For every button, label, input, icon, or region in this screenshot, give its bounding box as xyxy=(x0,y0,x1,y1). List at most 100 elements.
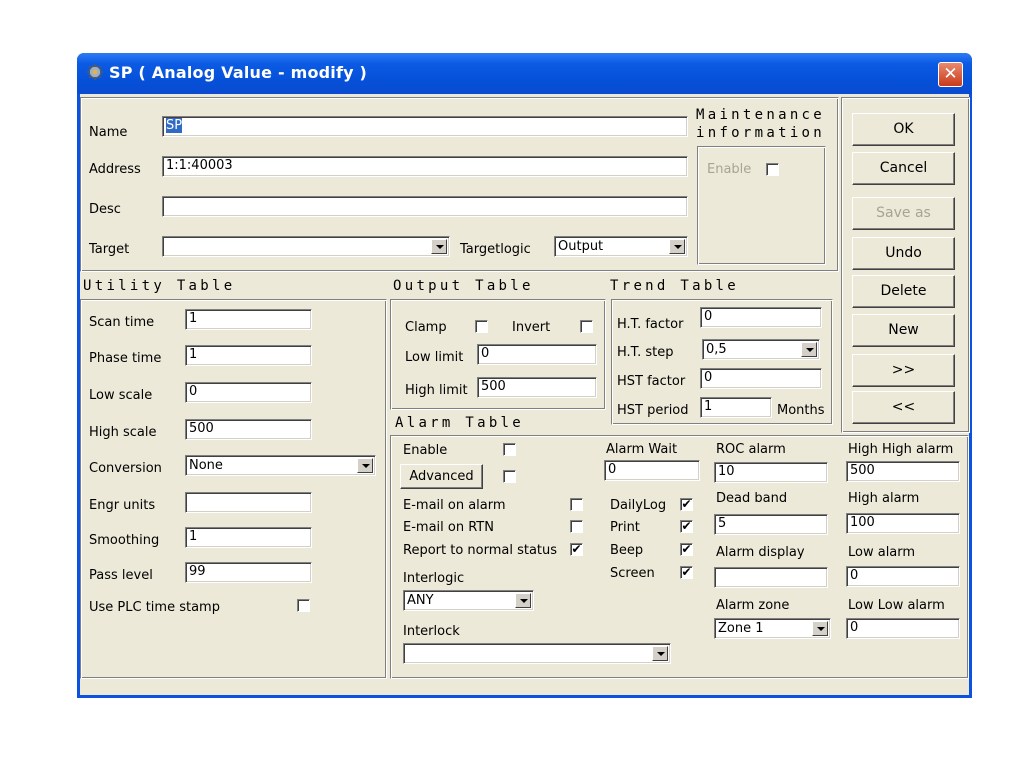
alarm-display-label: Alarm display xyxy=(716,545,805,560)
chevron-down-icon[interactable] xyxy=(357,458,373,473)
phase-time-input[interactable]: 1 xyxy=(185,345,312,366)
email-on-rtn-label: E-mail on RTN xyxy=(403,520,494,535)
chevron-down-icon[interactable] xyxy=(431,239,447,254)
email-on-alarm-label: E-mail on alarm xyxy=(403,498,506,513)
alarm-enable-label: Enable xyxy=(403,443,448,458)
beep-label: Beep xyxy=(610,543,644,558)
smoothing-input[interactable]: 1 xyxy=(185,527,312,548)
high-limit-input[interactable]: 500 xyxy=(477,377,597,398)
email-on-alarm-checkbox[interactable] xyxy=(570,498,583,511)
name-input[interactable]: SP xyxy=(162,116,688,137)
dailylog-checkbox[interactable]: ✔ xyxy=(680,498,693,511)
report-to-normal-checkbox[interactable]: ✔ xyxy=(570,543,583,556)
advanced-button[interactable]: Advanced xyxy=(400,464,483,489)
conversion-label: Conversion xyxy=(89,461,162,476)
engr-units-input[interactable] xyxy=(185,492,312,513)
delete-button[interactable]: Delete xyxy=(852,275,955,308)
ht-factor-input[interactable]: 0 xyxy=(700,307,822,328)
clamp-checkbox[interactable] xyxy=(475,320,488,333)
ht-step-value: 0,5 xyxy=(706,342,727,357)
gear-icon xyxy=(87,64,103,80)
pass-level-label: Pass level xyxy=(89,568,153,583)
low-scale-input[interactable]: 0 xyxy=(185,382,312,403)
maintenance-title-line2: information xyxy=(696,125,826,141)
hst-period-input[interactable]: 1 xyxy=(700,397,772,418)
ok-button[interactable]: OK xyxy=(852,113,955,146)
use-plc-time-stamp-label: Use PLC time stamp xyxy=(89,600,220,615)
targetlogic-select[interactable]: Output xyxy=(554,236,688,257)
interlock-select[interactable] xyxy=(403,643,671,664)
high-limit-label: High limit xyxy=(405,383,468,398)
window-title: SP ( Analog Value - modify ) xyxy=(109,63,368,82)
chevron-down-icon[interactable] xyxy=(515,593,531,608)
prev-record-button[interactable]: << xyxy=(852,391,955,424)
alarm-enable-checkbox[interactable] xyxy=(503,443,516,456)
roc-alarm-input[interactable]: 10 xyxy=(714,462,828,483)
address-label: Address xyxy=(89,162,141,177)
interlogic-value: ANY xyxy=(407,593,434,608)
ht-step-select[interactable]: 0,5 xyxy=(702,339,820,360)
print-checkbox[interactable]: ✔ xyxy=(680,520,693,533)
dialog-body: Name SP Address 1:1:40003 Desc Target Ta… xyxy=(80,94,970,695)
invert-checkbox[interactable] xyxy=(580,320,593,333)
desc-label: Desc xyxy=(89,202,121,217)
interlogic-select[interactable]: ANY xyxy=(403,590,534,611)
new-button[interactable]: New xyxy=(852,314,955,347)
title-bar[interactable]: SP ( Analog Value - modify ) ✕ xyxy=(77,53,972,94)
pass-level-input[interactable]: 99 xyxy=(185,562,312,583)
smoothing-label: Smoothing xyxy=(89,533,160,548)
roc-alarm-label: ROC alarm xyxy=(716,442,786,457)
high-high-alarm-label: High High alarm xyxy=(848,442,954,457)
alarm-zone-label: Alarm zone xyxy=(716,598,790,613)
target-label: Target xyxy=(89,242,130,257)
save-as-button[interactable]: Save as xyxy=(852,197,955,230)
trend-table-title: Trend Table xyxy=(610,278,740,294)
chevron-down-icon[interactable] xyxy=(652,646,668,661)
advanced-checkbox[interactable] xyxy=(503,470,516,483)
output-table-title: Output Table xyxy=(393,278,534,294)
chevron-down-icon[interactable] xyxy=(812,621,828,636)
high-scale-input[interactable]: 500 xyxy=(185,419,312,440)
engr-units-label: Engr units xyxy=(89,498,156,513)
desc-input[interactable] xyxy=(162,196,688,217)
screen-checkbox[interactable]: ✔ xyxy=(680,566,693,579)
dead-band-input[interactable]: 5 xyxy=(714,514,828,535)
name-label: Name xyxy=(89,125,128,140)
high-high-alarm-input[interactable]: 500 xyxy=(846,461,960,482)
high-alarm-input[interactable]: 100 xyxy=(846,513,960,534)
close-button[interactable]: ✕ xyxy=(938,62,963,87)
print-label: Print xyxy=(610,520,640,535)
beep-checkbox[interactable]: ✔ xyxy=(680,543,693,556)
chevron-down-icon[interactable] xyxy=(801,342,817,357)
hst-factor-label: HST factor xyxy=(617,374,686,389)
low-scale-label: Low scale xyxy=(89,388,153,403)
hst-factor-input[interactable]: 0 xyxy=(700,368,822,389)
low-low-alarm-input[interactable]: 0 xyxy=(846,618,960,639)
cancel-button[interactable]: Cancel xyxy=(852,152,955,185)
scan-time-input[interactable]: 1 xyxy=(185,309,312,330)
alarm-wait-label: Alarm Wait xyxy=(606,442,678,457)
alarm-wait-input[interactable]: 0 xyxy=(604,460,700,481)
alarm-zone-select[interactable]: Zone 1 xyxy=(714,618,831,639)
alarm-display-input[interactable] xyxy=(714,567,828,588)
interlock-label: Interlock xyxy=(403,624,460,639)
conversion-select[interactable]: None xyxy=(185,455,376,476)
low-limit-input[interactable]: 0 xyxy=(477,344,597,365)
scan-time-label: Scan time xyxy=(89,315,155,330)
address-input[interactable]: 1:1:40003 xyxy=(162,156,688,177)
report-to-normal-label: Report to normal status xyxy=(403,543,558,558)
chevron-down-icon[interactable] xyxy=(669,239,685,254)
email-on-rtn-checkbox[interactable] xyxy=(570,520,583,533)
targetlogic-label: Targetlogic xyxy=(460,242,531,257)
utility-table-title: Utility Table xyxy=(83,278,236,294)
low-limit-label: Low limit xyxy=(405,350,464,365)
next-record-button[interactable]: >> xyxy=(852,354,955,387)
target-select[interactable] xyxy=(162,236,450,257)
use-plc-time-stamp-checkbox[interactable] xyxy=(297,599,310,612)
maintenance-enable-checkbox[interactable] xyxy=(766,163,779,176)
undo-button[interactable]: Undo xyxy=(852,237,955,270)
low-alarm-input[interactable]: 0 xyxy=(846,566,960,587)
clamp-label: Clamp xyxy=(405,320,447,335)
dead-band-label: Dead band xyxy=(716,491,788,506)
name-value: SP xyxy=(166,118,183,133)
